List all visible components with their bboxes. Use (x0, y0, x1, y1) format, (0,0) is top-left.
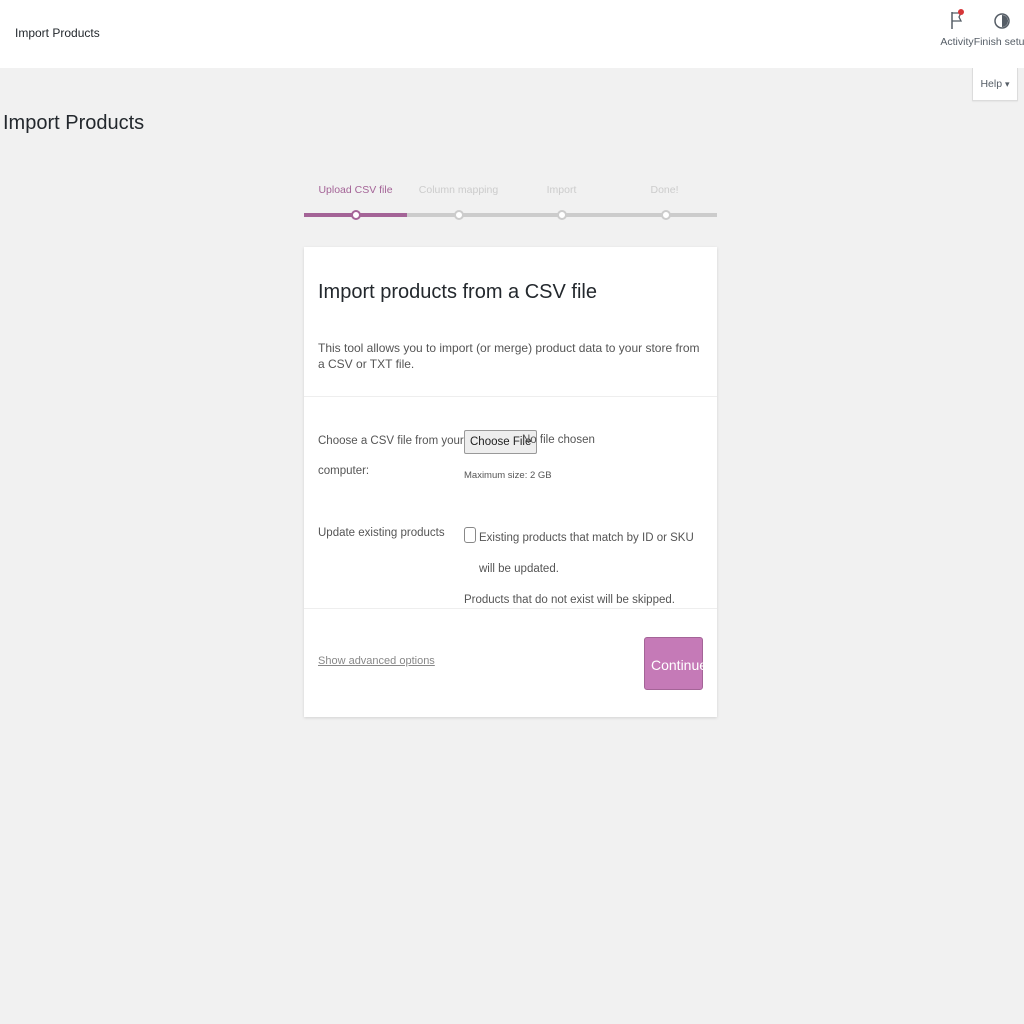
update-label: Update existing products (318, 527, 445, 539)
show-advanced-options-link[interactable]: Show advanced options (318, 655, 435, 667)
step-dot-2 (454, 210, 464, 220)
max-size-text: Maximum size: 2 GB (464, 470, 552, 481)
card-title: Import products from a CSV file (318, 281, 597, 303)
card-description: This tool allows you to import (or merge… (318, 341, 700, 371)
page-title: Import Products (3, 112, 145, 135)
update-desc-line2: Products that do not exist will be skipp… (464, 594, 675, 606)
file-label-line1: Choose a CSV file from your (318, 435, 464, 447)
top-header-bar: Import Products Activity Finish setup (0, 0, 1024, 68)
progress-track (304, 213, 717, 217)
no-file-text: No file chosen (522, 434, 595, 446)
flag-icon (951, 9, 964, 29)
step-dot-3 (557, 210, 567, 220)
step-done: Done! (650, 184, 679, 196)
header-title: Import Products (15, 26, 100, 40)
finish-setup-label: Finish setup (973, 36, 1024, 48)
activity-label: Activity (940, 36, 974, 48)
progress-circle-icon (994, 13, 1010, 29)
finish-setup-button[interactable]: Finish setup (972, 8, 1024, 48)
help-label: Help (980, 78, 1003, 90)
update-description: Existing products that match by ID or SK… (464, 523, 704, 616)
file-label-line2: computer: (318, 465, 370, 477)
step-upload-csv: Upload CSV file (318, 184, 393, 196)
help-tab-button[interactable]: Help ▾ (972, 68, 1018, 101)
update-desc-line1: Existing products that match by ID or SK… (479, 532, 694, 575)
import-card: Import products from a CSV file This too… (304, 247, 717, 717)
step-dot-4 (661, 210, 671, 220)
card-header: Import products from a CSV file This too… (318, 281, 703, 372)
continue-button[interactable]: Continue (644, 637, 707, 690)
step-import: Import (546, 184, 577, 196)
chevron-down-icon: ▾ (1005, 79, 1010, 89)
step-dot-1 (351, 210, 361, 220)
divider (304, 396, 717, 397)
progress-steps: Upload CSV file Column mapping Import Do… (304, 184, 717, 224)
file-label: Choose a CSV file from your computer: (318, 426, 464, 486)
divider (304, 608, 717, 609)
notification-dot-icon (958, 9, 964, 15)
step-column-mapping: Column mapping (418, 184, 499, 196)
